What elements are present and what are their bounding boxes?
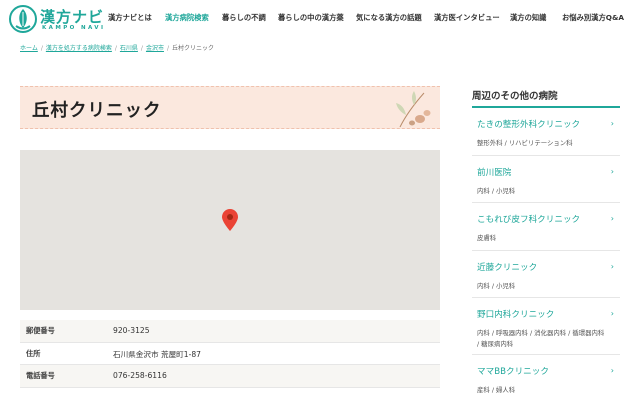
clinic-info-table: 郵便番号 920-3125 住所 石川県金沢市 荒屋町1-87 電話番号 076…	[20, 320, 440, 388]
clinic-title-banner: 丘村クリニック	[20, 86, 440, 129]
hospital-departments: 内科 / 小児科	[477, 186, 516, 195]
hospital-departments: 内科 / 小児科	[477, 281, 516, 290]
nav-doctor-interview[interactable]: 漢方医インタビュー	[434, 13, 500, 23]
chevron-right-icon: ›	[610, 261, 614, 271]
hospital-name-link[interactable]: こもれび皮フ科クリニック	[477, 213, 580, 225]
hospital-name-link[interactable]: 前川医院	[477, 166, 511, 178]
hospital-name-link[interactable]: 野口内科クリニック	[477, 308, 554, 320]
breadcrumb-home[interactable]: ホーム	[20, 45, 38, 52]
breadcrumb-separator: /	[40, 45, 43, 52]
chevron-right-icon: ›	[610, 366, 614, 375]
hospital-departments: 産科 / 婦人科	[477, 386, 516, 394]
info-row-postal: 郵便番号 920-3125	[20, 320, 440, 343]
breadcrumb-separator: /	[114, 45, 117, 52]
nav-kampo-knowledge[interactable]: 漢方の知識	[510, 13, 546, 23]
info-value: 920-3125	[113, 326, 150, 335]
hospital-name-link[interactable]: たきの整形外科クリニック	[477, 118, 580, 130]
info-value: 石川県金沢市 荒屋町1-87	[113, 349, 201, 359]
breadcrumb-current: 丘村クリニック	[172, 45, 215, 52]
info-row-address: 住所 石川県金沢市 荒屋町1-87	[20, 343, 440, 365]
nearby-hospital-item[interactable]: 野口内科クリニック › 内科 / 呼吸器内科 / 消化器内科 / 循環器内科 /…	[472, 298, 620, 355]
info-row-phone: 電話番号 076-258-6116	[20, 365, 440, 388]
nav-qa[interactable]: お悩み別漢方Q&A	[562, 13, 624, 23]
chevron-right-icon: ›	[610, 166, 614, 176]
breadcrumb-city[interactable]: 金沢市	[146, 45, 164, 52]
info-label: 郵便番号	[26, 326, 55, 335]
nearby-hospital-item[interactable]: たきの整形外科クリニック › 整形外科 / リハビリテーション科	[472, 108, 620, 156]
site-header: 漢方ナビ KAMPO NAVI 漢方ナビとは 漢方病院検索 暮らしの不調 暮らし…	[0, 0, 640, 38]
map-pin-icon[interactable]	[222, 209, 238, 231]
breadcrumb-prefecture[interactable]: 石川県	[120, 45, 138, 52]
nearby-hospital-item[interactable]: ママBBクリニック › 産科 / 婦人科	[472, 355, 620, 400]
info-label: 住所	[26, 348, 41, 358]
main-nav: 漢方ナビとは 漢方病院検索 暮らしの不調 暮らしの中の漢方薬 気になる漢方の話題…	[0, 13, 640, 27]
chevron-right-icon: ›	[610, 119, 614, 128]
chevron-right-icon: ›	[610, 309, 614, 318]
hospital-departments: 整形外科 / リハビリテーション科	[477, 139, 573, 147]
nav-daily-ailments[interactable]: 暮らしの不調	[222, 13, 266, 23]
hospital-name-link[interactable]: ママBBクリニック	[477, 365, 549, 377]
herb-illustration-icon	[396, 91, 431, 128]
chevron-right-icon: ›	[610, 214, 614, 223]
map-embed[interactable]	[20, 150, 440, 310]
nearby-hospitals-list: たきの整形外科クリニック › 整形外科 / リハビリテーション科 前川医院 › …	[472, 106, 620, 400]
hospital-name-link[interactable]: 近藤クリニック	[477, 261, 537, 273]
nav-kampo-topics[interactable]: 気になる漢方の話題	[356, 13, 422, 23]
info-label: 電話番号	[26, 371, 55, 380]
breadcrumb-separator: /	[140, 45, 143, 52]
nav-kampo-in-life[interactable]: 暮らしの中の漢方薬	[278, 13, 344, 23]
hospital-departments: 内科 / 呼吸器内科 / 消化器内科 / 循環器内科 / 糖尿病内科	[477, 329, 605, 348]
breadcrumb-separator: /	[166, 45, 169, 52]
nav-about[interactable]: 漢方ナビとは	[108, 13, 152, 23]
breadcrumb: ホーム / 漢方を処方する病院検索 / 石川県 / 金沢市 / 丘村クリニック	[20, 43, 214, 53]
nav-hospital-search[interactable]: 漢方病院検索	[165, 13, 209, 23]
hospital-departments: 皮膚科	[477, 234, 497, 242]
nearby-hospital-item[interactable]: こもれび皮フ科クリニック › 皮膚科	[472, 203, 620, 251]
info-value[interactable]: 076-258-6116	[113, 371, 167, 380]
sidebar-title: 周辺のその他の病院	[472, 91, 558, 102]
breadcrumb-hospital-search[interactable]: 漢方を処方する病院検索	[46, 45, 112, 52]
nearby-hospital-item[interactable]: 前川医院 › 内科 / 小児科	[472, 156, 620, 203]
nearby-hospital-item[interactable]: 近藤クリニック › 内科 / 小児科	[472, 251, 620, 298]
page-title: 丘村クリニック	[32, 101, 162, 121]
